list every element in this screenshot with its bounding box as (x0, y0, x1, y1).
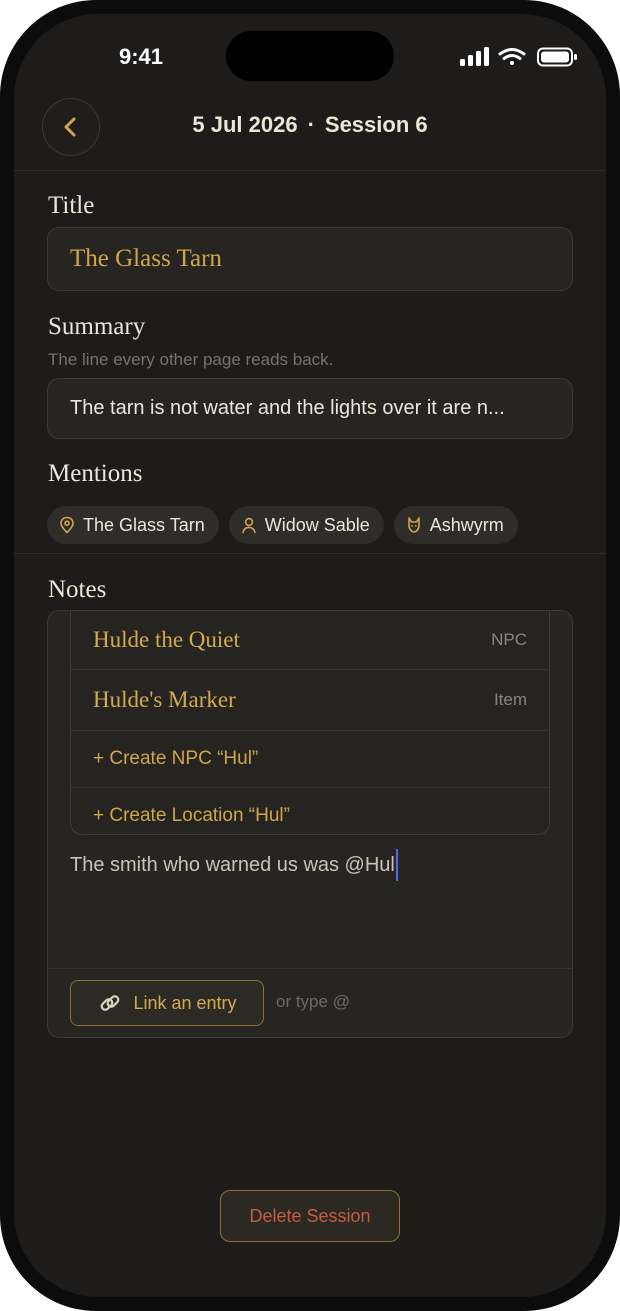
mention-chip-creature[interactable]: Ashwyrm (393, 506, 518, 544)
notes-editor[interactable]: Hulde the Quiet NPC Hulde's Marker Item … (47, 610, 573, 1038)
page-title: 5 Jul 2026 · Session 6 (114, 112, 506, 138)
notes-toolbar-divider (48, 968, 572, 969)
mention-chip-location[interactable]: The Glass Tarn (47, 506, 219, 544)
mention-suggestions-popover: Hulde the Quiet NPC Hulde's Marker Item … (70, 611, 550, 835)
delete-session-button[interactable]: Delete Session (220, 1190, 400, 1242)
suggestion-item[interactable]: Hulde's Marker Item (71, 670, 549, 731)
mentions-label: Mentions (48, 460, 143, 487)
summary-value: The tarn is not water and the lights ove… (70, 397, 505, 419)
creature-icon (407, 517, 420, 533)
title-separator: · (307, 112, 315, 137)
suggestion-name: Hulde's Marker (93, 687, 236, 712)
suggestion-name: Hulde the Quiet (93, 627, 240, 652)
mention-chip-label: Ashwyrm (429, 514, 504, 535)
create-option-label: + Create NPC “Hul” (93, 748, 259, 769)
back-button[interactable] (42, 98, 100, 156)
suggestion-item[interactable]: Hulde the Quiet NPC (71, 611, 549, 670)
summary-label: Summary (48, 313, 146, 340)
mentions-divider (14, 553, 606, 554)
title-value: The Glass Tarn (70, 245, 222, 272)
mention-chip-npc[interactable]: Widow Sable (228, 506, 384, 544)
link-entry-button[interactable]: Link an entry (70, 980, 264, 1026)
suggestion-type: Item (493, 690, 527, 709)
status-time: 9:41 (118, 44, 164, 69)
person-icon (241, 517, 256, 534)
wifi-icon (498, 48, 526, 65)
notes-text-content: The smith who warned us was @Hul (70, 853, 395, 876)
cellular-signal-icon (460, 47, 489, 66)
create-location-option[interactable]: + Create Location “Hul” (71, 788, 549, 834)
create-option-label: + Create Location “Hul” (93, 805, 290, 826)
mention-chip-label: Widow Sable (264, 514, 370, 535)
mentions-list: The Glass Tarn Widow Sable Ashwyrm (47, 506, 518, 544)
chevron-left-icon (64, 117, 76, 137)
dynamic-island (226, 31, 394, 81)
title-input[interactable]: The Glass Tarn (47, 227, 573, 291)
session-date: 5 Jul 2026 (192, 112, 298, 137)
battery-icon (537, 47, 577, 67)
phone-frame: 9:41 5 Jul 2026 · Session 6 Title The Gl… (0, 0, 620, 1311)
text-caret (395, 849, 398, 881)
create-npc-option[interactable]: + Create NPC “Hul” (71, 731, 549, 788)
or-type-hint: or type @ (276, 992, 350, 1011)
summary-hint: The line every other page reads back. (48, 350, 334, 369)
header-divider (14, 170, 606, 171)
link-entry-label: Link an entry (133, 992, 237, 1013)
mention-chip-label: The Glass Tarn (83, 514, 205, 535)
title-label: Title (48, 192, 95, 219)
notes-text[interactable]: The smith who warned us was @Hul (70, 849, 398, 881)
app-screen: 9:41 5 Jul 2026 · Session 6 Title The Gl… (14, 14, 606, 1297)
link-icon (101, 995, 120, 1011)
notes-label: Notes (48, 576, 107, 603)
status-icons (460, 46, 580, 68)
summary-input[interactable]: The tarn is not water and the lights ove… (47, 378, 573, 439)
location-pin-icon (60, 516, 74, 534)
session-number: Session 6 (324, 112, 428, 137)
suggestion-type: NPC (491, 630, 527, 649)
